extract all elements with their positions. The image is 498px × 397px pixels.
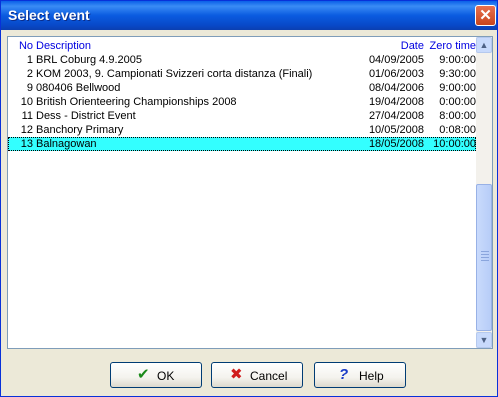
event-no: 2	[26, 68, 33, 80]
event-zero-time: 9:00:00	[439, 82, 476, 94]
scroll-up-button[interactable]: ▲	[476, 37, 492, 53]
title-bar[interactable]: Select event ✕	[1, 1, 497, 30]
help-button-label: Help	[359, 369, 384, 383]
event-no: 11	[21, 110, 33, 122]
event-date: 08/04/2006	[368, 82, 424, 94]
cancel-button[interactable]: ✖ Cancel	[211, 362, 303, 388]
event-zero-time: 9:00:00	[439, 54, 476, 66]
event-description: KOM 2003, 9. Campionati Svizzeri corta d…	[36, 68, 313, 80]
checkmark-icon: ✔	[137, 366, 150, 383]
header-date: Date	[400, 40, 424, 52]
event-description: Banchory Primary	[36, 124, 124, 136]
close-icon: ✕	[479, 7, 492, 24]
event-row[interactable]: 2 KOM 2003, 9. Campionati Svizzeri corta…	[8, 67, 476, 81]
grip-line	[481, 257, 489, 258]
grip-line	[481, 251, 489, 252]
scroll-down-arrow-icon: ▼	[479, 335, 489, 345]
event-date: 04/09/2005	[368, 54, 424, 66]
event-description: BRL Coburg 4.9.2005	[36, 54, 142, 66]
event-description: 080406 Bellwood	[36, 82, 121, 94]
event-row[interactable]: 11 Dess - District Event 27/04/2008 8:00…	[8, 109, 476, 123]
grip-line	[481, 254, 489, 255]
ok-button-label: OK	[157, 369, 175, 383]
select-event-dialog: Select event ✕ No Description Date Zero …	[0, 0, 498, 397]
event-list[interactable]: No Description Date Zero time 1 BRL Cobu…	[7, 36, 493, 349]
event-zero-time: 0:00:00	[439, 96, 476, 108]
header-no: No	[18, 40, 33, 52]
event-no: 9	[26, 82, 33, 94]
red-x-icon: ✖	[230, 366, 243, 383]
event-row[interactable]: 1 BRL Coburg 4.9.2005 04/09/2005 9:00:00	[8, 53, 476, 67]
event-date: 27/04/2008	[368, 110, 424, 122]
event-no: 10	[20, 96, 33, 108]
event-row[interactable]: 12 Banchory Primary 10/05/2008 0:08:00	[8, 123, 476, 137]
question-mark-icon: ?	[339, 366, 349, 383]
header-zero-time: Zero time	[429, 40, 476, 52]
event-description: Dess - District Event	[36, 110, 136, 122]
vertical-scrollbar[interactable]: ▲ ▼	[476, 37, 492, 348]
event-no: 12	[20, 124, 33, 136]
scroll-up-arrow-icon: ▲	[479, 40, 489, 50]
event-no: 1	[26, 54, 33, 66]
event-zero-time: 9:30:00	[439, 68, 476, 80]
event-zero-time: 8:00:00	[439, 110, 476, 122]
scroll-thumb[interactable]	[476, 184, 492, 331]
event-date: 10/05/2008	[368, 124, 424, 136]
event-date: 18/05/2008	[368, 138, 424, 150]
event-date: 19/04/2008	[368, 96, 424, 108]
event-description: British Orienteering Championships 2008	[36, 96, 237, 108]
event-list-rows: No Description Date Zero time 1 BRL Cobu…	[8, 37, 476, 348]
close-button[interactable]: ✕	[475, 5, 496, 26]
scroll-down-button[interactable]: ▼	[476, 332, 492, 348]
event-zero-time: 0:08:00	[439, 124, 476, 136]
event-no: 13	[20, 138, 33, 150]
event-row-selected[interactable]: 13 Balnagowan 18/05/2008 10:00:00	[8, 137, 476, 151]
event-zero-time: 10:00:00	[433, 138, 476, 150]
event-description: Balnagowan	[36, 138, 97, 150]
cancel-button-label: Cancel	[250, 369, 288, 383]
help-button[interactable]: ? Help	[314, 362, 406, 388]
dialog-title: Select event	[8, 7, 90, 23]
grip-line	[481, 260, 489, 261]
header-description: Description	[36, 40, 92, 52]
event-row[interactable]: 10 British Orienteering Championships 20…	[8, 95, 476, 109]
event-row[interactable]: 9 080406 Bellwood 08/04/2006 9:00:00	[8, 81, 476, 95]
ok-button[interactable]: ✔ OK	[110, 362, 202, 388]
list-header: No Description Date Zero time	[8, 39, 476, 53]
event-date: 01/06/2003	[368, 68, 424, 80]
